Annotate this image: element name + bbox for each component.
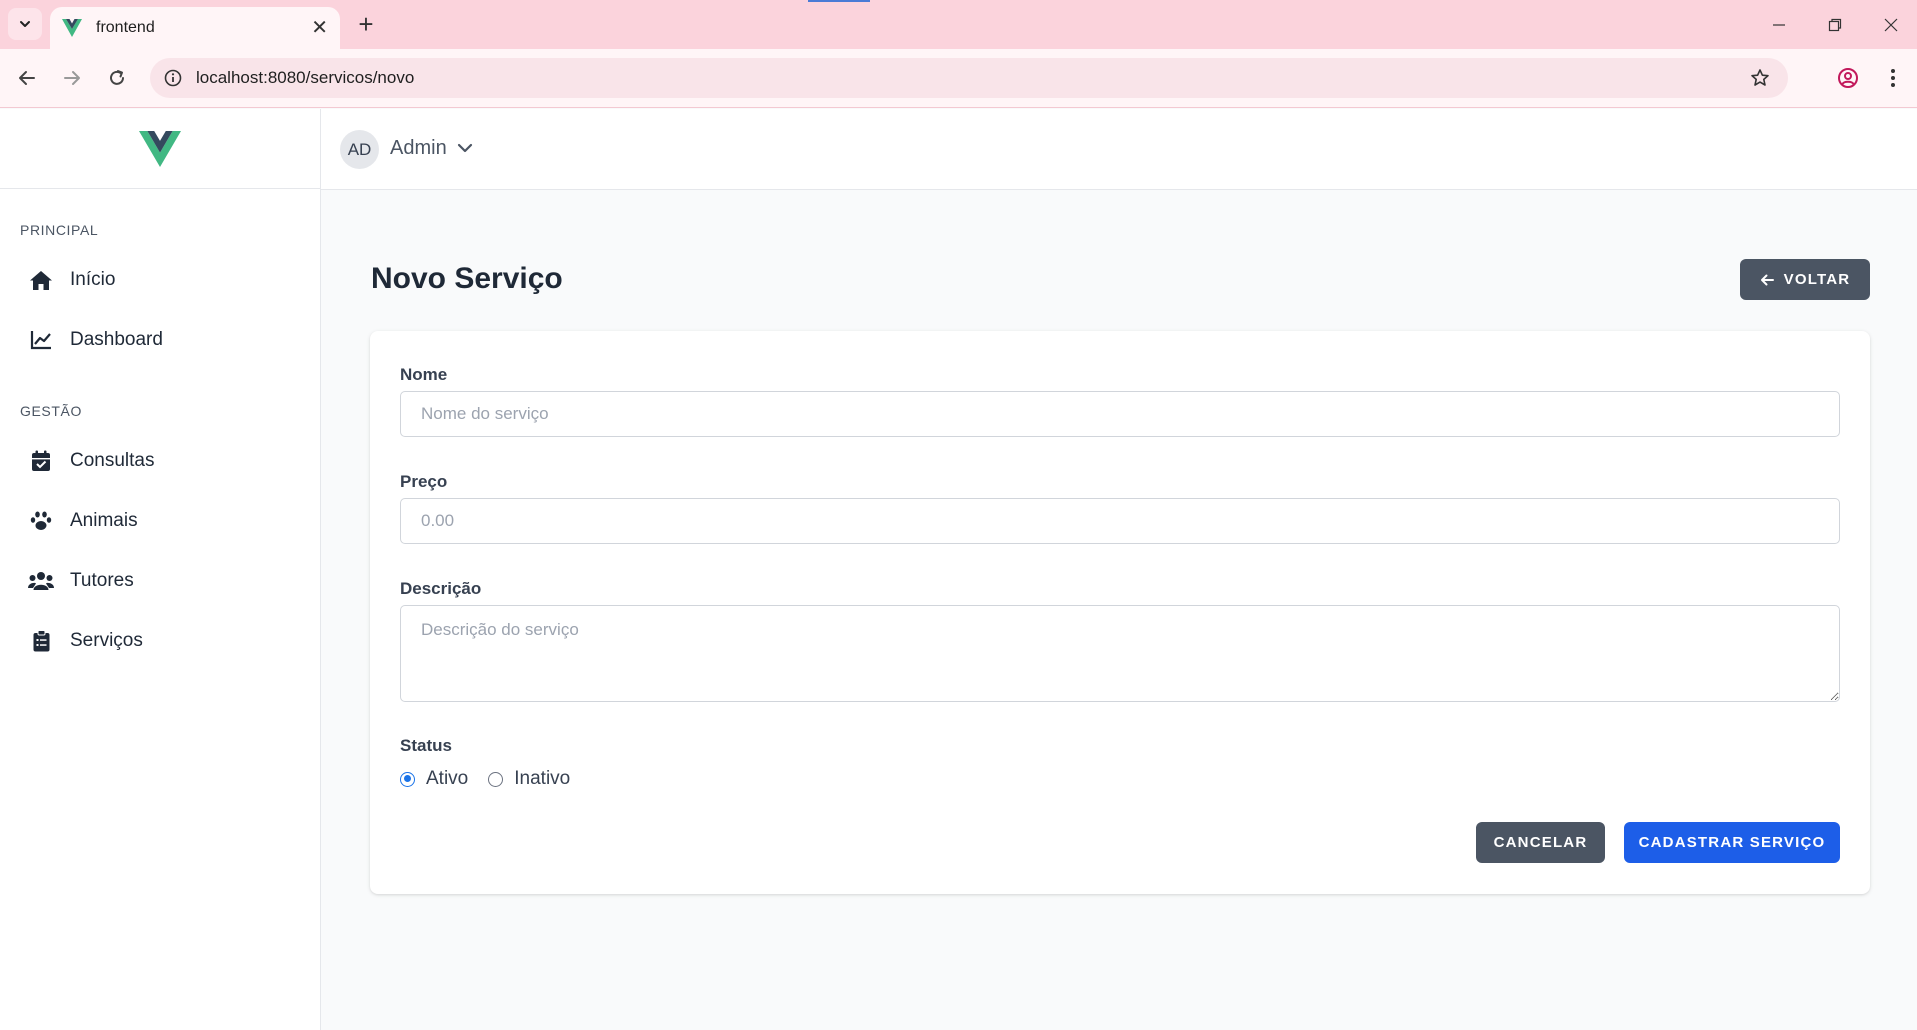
descricao-textarea[interactable] bbox=[400, 605, 1840, 702]
user-menu-name[interactable]: Admin bbox=[390, 137, 447, 160]
status-radio-group: Ativo Inativo bbox=[400, 766, 590, 792]
profile-icon bbox=[1838, 68, 1858, 88]
sidebar-item-label: Início bbox=[70, 269, 116, 290]
address-bar[interactable]: localhost:8080/servicos/novo bbox=[150, 58, 1788, 98]
minimize-button[interactable] bbox=[1750, 0, 1807, 49]
browser-toolbar: localhost:8080/servicos/novo bbox=[0, 49, 1917, 108]
sidebar-item-label: Consultas bbox=[70, 450, 155, 471]
status-inativo-radio[interactable] bbox=[488, 771, 504, 787]
close-icon bbox=[1884, 18, 1897, 31]
arrow-right-icon bbox=[64, 71, 80, 85]
site-info-icon[interactable] bbox=[164, 69, 182, 87]
url-text: localhost:8080/servicos/novo bbox=[196, 68, 415, 87]
close-window-button[interactable] bbox=[1862, 0, 1917, 49]
bookmark-star-icon[interactable] bbox=[1750, 68, 1770, 88]
close-tab-icon[interactable]: ✕ bbox=[311, 18, 328, 38]
status-inativo-label[interactable]: Inativo bbox=[514, 768, 570, 790]
arrow-left-icon bbox=[19, 71, 35, 85]
avatar[interactable]: AD bbox=[340, 130, 379, 169]
cancel-button[interactable]: CANCELAR bbox=[1476, 822, 1605, 863]
preco-input[interactable] bbox=[400, 498, 1840, 544]
chart-line-icon bbox=[28, 328, 54, 352]
sidebar-item-consultas[interactable]: Consultas bbox=[0, 431, 320, 491]
page-title: Novo Serviço bbox=[371, 262, 563, 295]
chevron-down-icon[interactable] bbox=[456, 139, 474, 157]
submit-service-button[interactable]: CADASTRAR SERVIÇO bbox=[1624, 822, 1840, 863]
arrow-left-icon bbox=[1760, 274, 1774, 285]
status-ativo-radio[interactable] bbox=[400, 771, 415, 787]
reload-icon bbox=[110, 70, 124, 85]
new-tab-button[interactable]: + bbox=[352, 10, 380, 38]
browser-tab-strip: frontend ✕ + bbox=[0, 0, 1917, 49]
status-ativo-label[interactable]: Ativo bbox=[426, 768, 468, 790]
app-topbar: AD Admin bbox=[321, 109, 1917, 190]
nome-input[interactable] bbox=[400, 391, 1840, 437]
minimize-icon bbox=[1772, 23, 1785, 26]
sidebar-item-animais[interactable]: Animais bbox=[0, 491, 320, 551]
reload-button[interactable] bbox=[100, 61, 134, 95]
sidebar-item-label: Dashboard bbox=[70, 329, 163, 350]
back-nav-button[interactable] bbox=[10, 61, 44, 95]
status-label: Status bbox=[400, 736, 452, 755]
profile-button[interactable] bbox=[1831, 61, 1865, 95]
sidebar-item-servicos[interactable]: Serviços bbox=[0, 611, 320, 671]
sidebar-item-dashboard[interactable]: Dashboard bbox=[0, 310, 320, 370]
restore-button[interactable] bbox=[1806, 0, 1863, 49]
calendar-check-icon bbox=[28, 449, 54, 473]
sidebar-item-label: Animais bbox=[70, 510, 138, 531]
clipboard-list-icon bbox=[28, 629, 54, 653]
vue-logo-icon bbox=[139, 130, 181, 167]
sidebar-section-gestao: GESTÃO bbox=[20, 403, 82, 419]
back-button[interactable]: VOLTAR bbox=[1740, 259, 1870, 300]
home-icon bbox=[28, 268, 54, 292]
sidebar-item-label: Tutores bbox=[70, 570, 134, 591]
forward-nav-button[interactable] bbox=[55, 61, 89, 95]
tab-title: frontend bbox=[96, 19, 155, 36]
back-button-label: VOLTAR bbox=[1783, 271, 1851, 288]
restore-icon bbox=[1828, 18, 1841, 31]
vue-favicon-icon bbox=[62, 19, 82, 37]
tab-search-button[interactable] bbox=[8, 8, 42, 40]
nome-label: Nome bbox=[400, 365, 448, 384]
sidebar-section-principal: PRINCIPAL bbox=[20, 222, 99, 238]
descricao-label: Descrição bbox=[400, 579, 482, 598]
chevron-down-icon bbox=[20, 21, 30, 27]
browser-menu-button[interactable] bbox=[1876, 61, 1910, 95]
users-icon bbox=[28, 569, 54, 593]
sidebar: PRINCIPAL Início Dashboard GESTÃO Consul… bbox=[0, 109, 321, 1030]
loading-indicator bbox=[808, 0, 870, 2]
paw-icon bbox=[28, 509, 54, 533]
preco-label: Preço bbox=[400, 472, 448, 491]
more-vert-icon bbox=[1891, 69, 1895, 87]
sidebar-item-tutores[interactable]: Tutores bbox=[0, 551, 320, 611]
sidebar-item-inicio[interactable]: Início bbox=[0, 250, 320, 310]
sidebar-logo[interactable] bbox=[0, 109, 320, 189]
sidebar-item-label: Serviços bbox=[70, 630, 143, 651]
service-form: Nome Preço Descrição Status Ativo Inativ… bbox=[370, 331, 1870, 894]
browser-tab[interactable]: frontend ✕ bbox=[50, 7, 340, 49]
